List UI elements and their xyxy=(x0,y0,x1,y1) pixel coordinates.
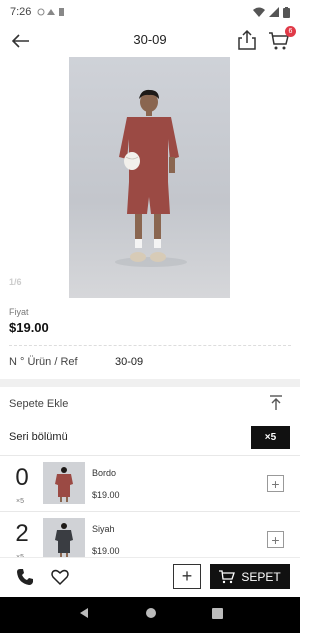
bottom-action-bar: + SEPET xyxy=(0,557,300,597)
phone-icon[interactable] xyxy=(16,568,34,586)
reference-value: 30-09 xyxy=(115,356,144,368)
image-page-indicator: 1/6 xyxy=(9,277,22,287)
scroll-to-top-icon[interactable] xyxy=(268,395,284,411)
variant-thumbnail[interactable] xyxy=(43,462,85,504)
divider xyxy=(9,345,291,346)
status-icons-left xyxy=(37,8,65,16)
variant-quantity[interactable]: 2 xyxy=(12,520,32,548)
add-variant-button[interactable]: + xyxy=(267,531,284,548)
variant-price: $19.00 xyxy=(92,490,120,500)
price-value: $19.00 xyxy=(9,320,49,335)
add-variant-button[interactable]: + xyxy=(267,475,284,492)
variant-quantity[interactable]: 0 xyxy=(12,464,32,492)
variant-row: 0 ×5 Bordo $19.00 + xyxy=(0,455,300,511)
recents-nav-icon[interactable] xyxy=(211,606,223,624)
section-separator xyxy=(0,379,300,387)
status-bar: 7:26 xyxy=(0,0,300,24)
add-to-cart-heading: Sepete Ekle xyxy=(9,398,69,410)
battery-icon xyxy=(283,6,290,18)
cart-button[interactable]: SEPET xyxy=(210,564,290,589)
cart-count-badge: 6 xyxy=(285,26,296,37)
reference-label: N ° Ürün / Ref xyxy=(9,356,78,368)
system-nav-bar xyxy=(0,597,300,633)
app-bar: 30-09 6 xyxy=(0,24,300,58)
home-nav-icon[interactable] xyxy=(145,606,157,624)
cart-button-label: SEPET xyxy=(241,569,281,584)
status-time: 7:26 xyxy=(10,6,32,18)
variant-price: $19.00 xyxy=(92,546,120,556)
cart-icon[interactable]: 6 xyxy=(268,26,296,51)
back-nav-icon[interactable] xyxy=(78,606,90,624)
favorite-heart-icon[interactable] xyxy=(51,568,69,586)
series-label: Seri bölümü xyxy=(9,431,68,443)
share-icon[interactable] xyxy=(236,29,258,51)
add-quantity-button[interactable]: + xyxy=(173,564,201,589)
variant-multiplier: ×5 xyxy=(16,498,24,505)
variant-name: Siyah xyxy=(92,524,115,534)
cart-button-icon xyxy=(219,569,236,583)
product-image[interactable] xyxy=(69,57,230,298)
series-multiplier-button[interactable]: ×5 xyxy=(251,426,290,449)
signal-icon xyxy=(269,7,279,17)
variant-thumbnail[interactable] xyxy=(43,518,85,560)
wifi-icon xyxy=(253,7,265,17)
variant-name: Bordo xyxy=(92,468,117,478)
price-label: Fiyat xyxy=(9,307,29,317)
